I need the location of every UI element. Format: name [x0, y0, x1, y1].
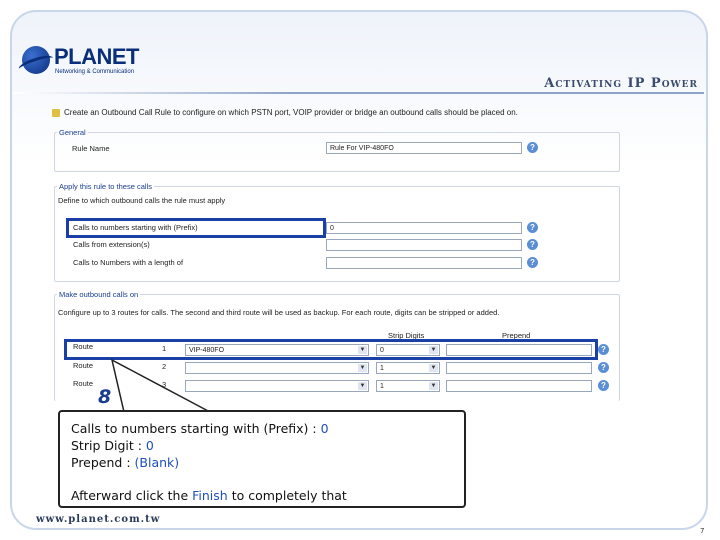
callout-prefix-value: 0	[320, 421, 329, 436]
callout-finish-word: Finish	[192, 488, 228, 503]
page-number: 7	[700, 527, 705, 535]
callout-prepend-label: Prepend :	[71, 455, 135, 470]
callout-line-prefix: Calls to numbers starting with (Prefix) …	[71, 420, 453, 437]
step-number: 8	[98, 386, 112, 408]
callout-box: Calls to numbers starting with (Prefix) …	[58, 410, 466, 508]
callout-strip-label: Strip Digit :	[71, 438, 146, 453]
callout-spacer	[71, 471, 453, 487]
callout-line-prepend: Prepend : (Blank)	[71, 454, 453, 471]
callout-strip-value: 0	[145, 438, 154, 453]
callout-finish-suffix: to completely that	[227, 488, 347, 503]
callout-line-strip: Strip Digit : 0	[71, 437, 453, 454]
footer-url: www.planet.com.tw	[36, 514, 161, 525]
callout-prepend-value: (Blank)	[134, 455, 180, 470]
callout-finish-prefix: Afterward click the	[71, 488, 193, 503]
callout-pointer-shape	[110, 358, 211, 413]
callout-prefix-label: Calls to numbers starting with (Prefix) …	[71, 421, 321, 436]
slide: PLANET Networking & Communication Activa…	[0, 0, 720, 540]
callout-line-finish: Afterward click the Finish to completely…	[71, 487, 453, 504]
